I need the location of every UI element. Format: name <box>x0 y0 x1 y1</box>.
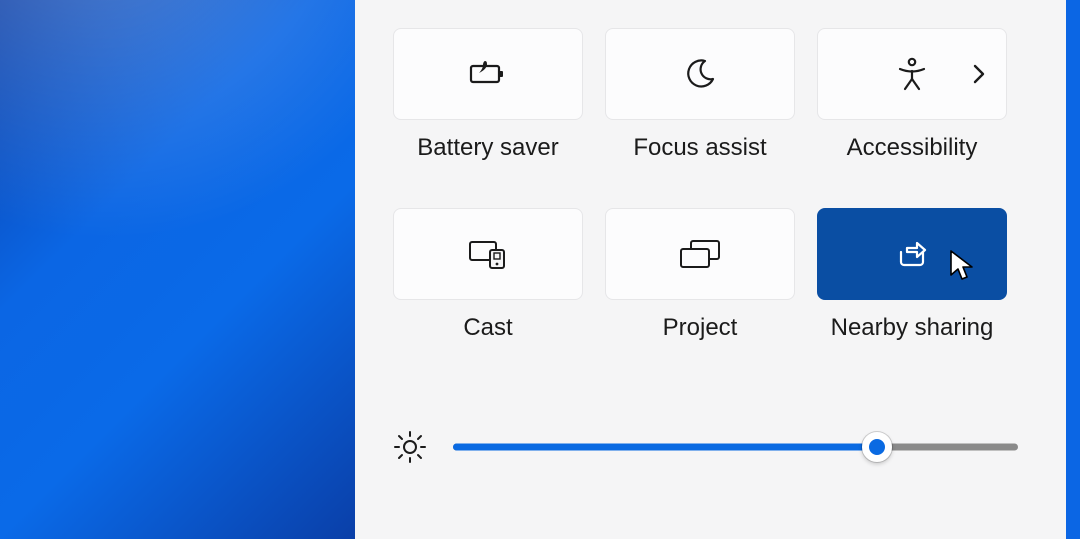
cast-tile[interactable] <box>393 208 583 300</box>
tile-group-nearby-sharing: Nearby sharing <box>817 208 1007 342</box>
share-icon <box>895 238 929 270</box>
tile-group-project: Project <box>605 208 795 342</box>
project-icon <box>677 238 723 270</box>
accessibility-tile[interactable] <box>817 28 1007 120</box>
nearby-sharing-tile[interactable] <box>817 208 1007 300</box>
cast-icon <box>466 238 510 270</box>
tile-group-battery-saver: Battery saver <box>393 28 583 162</box>
battery-saver-icon <box>467 59 509 89</box>
quick-settings-panel: Battery saver Focus assist <box>355 0 1080 539</box>
desktop-wallpaper <box>0 0 355 539</box>
battery-saver-label: Battery saver <box>417 134 558 162</box>
focus-assist-tile[interactable] <box>605 28 795 120</box>
battery-saver-tile[interactable] <box>393 28 583 120</box>
moon-icon <box>683 57 717 91</box>
brightness-slider-row <box>393 430 1018 464</box>
project-tile[interactable] <box>605 208 795 300</box>
brightness-icon <box>393 430 427 464</box>
brightness-slider[interactable] <box>453 432 1018 462</box>
accessibility-label: Accessibility <box>847 134 978 162</box>
tile-group-cast: Cast <box>393 208 583 342</box>
slider-thumb[interactable] <box>862 432 892 462</box>
project-label: Project <box>663 314 738 342</box>
chevron-right-icon[interactable] <box>972 63 986 85</box>
tile-group-accessibility: Accessibility <box>817 28 1007 162</box>
mouse-cursor-icon <box>948 249 976 277</box>
accessibility-icon <box>896 57 928 91</box>
focus-assist-label: Focus assist <box>633 134 766 162</box>
slider-track-fill <box>453 444 877 451</box>
quick-settings-grid: Battery saver Focus assist <box>393 28 1032 342</box>
cast-label: Cast <box>463 314 512 342</box>
tile-group-focus-assist: Focus assist <box>605 28 795 162</box>
nearby-sharing-label: Nearby sharing <box>831 314 994 342</box>
